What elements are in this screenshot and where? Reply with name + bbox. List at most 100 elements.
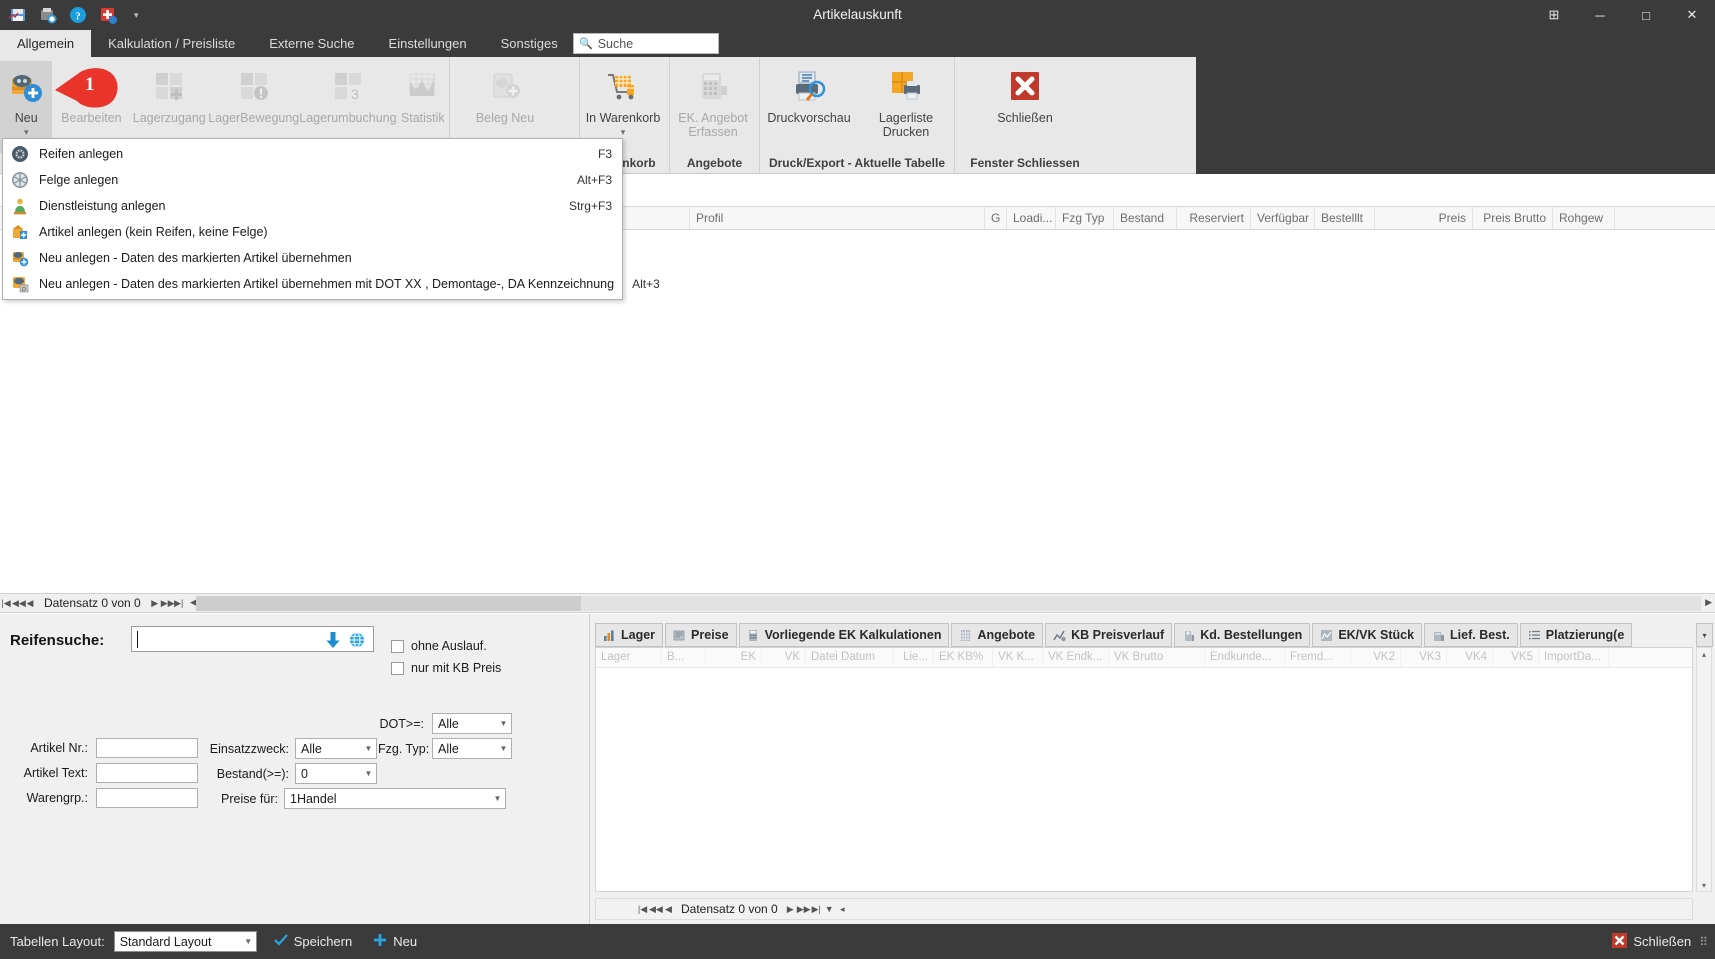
globe-icon[interactable] [349,632,365,651]
save-icon[interactable] [8,5,28,25]
detail-tab-vorliegende-ek-kalkulationen[interactable]: Vorliegende EK Kalkulationen [738,623,950,647]
detail-nav-next-button[interactable]: ▶ [784,904,797,915]
artikel-nr-input[interactable] [96,738,198,758]
grid-column-header[interactable]: Preis [1375,207,1473,229]
nav-prev-button[interactable]: ◀ [24,598,36,609]
detail-column-header[interactable]: VK3 [1401,648,1447,667]
detail-tab-lager[interactable]: Lager [595,623,664,647]
detail-column-header[interactable]: EK [706,648,762,667]
scrollbar-thumb[interactable] [196,596,581,611]
save-layout-button[interactable]: Speichern [273,933,352,950]
detail-tab-angebote[interactable]: Angebote [951,623,1044,647]
detail-column-header[interactable]: VK5 [1493,648,1539,667]
nav-prev-page-button[interactable]: ◀◀ [12,598,26,609]
detail-tab-ek-vk-stück[interactable]: EK/VK Stück [1312,623,1423,647]
print-preview-icon[interactable] [38,5,58,25]
ribbon-tab-einstellungen[interactable]: Einstellungen [372,30,484,57]
detail-nav-next-page-button[interactable]: ▶▶ [797,904,811,915]
grid-column-header[interactable]: Rohgew [1553,207,1615,229]
grid-column-header[interactable]: Profil [690,207,985,229]
hscroll-right-button[interactable]: ▶ [1705,597,1712,608]
ribbon-tab-kalkulation-preisliste[interactable]: Kalkulation / Preisliste [91,30,252,57]
detail-column-header[interactable]: Endkunde... [1205,648,1285,667]
ribbon-button-lagerliste-drucken[interactable]: Lagerliste Drucken [858,61,954,153]
detail-column-header[interactable]: VK Endk... [1043,648,1109,667]
detail-tab-kd-bestellungen[interactable]: Kd. Bestellungen [1174,623,1311,647]
restore-layout-button[interactable]: ⊞ [1531,0,1577,30]
menu-item-0[interactable]: Reifen anlegen F3 [3,141,622,167]
checkbox-box[interactable] [391,661,404,675]
chevron-down-icon[interactable]: ▼ [361,744,376,753]
ribbon-tab-externe-suche[interactable]: Externe Suche [252,30,371,57]
minimize-button[interactable]: ─ [1577,0,1623,30]
maximize-button[interactable]: □ [1623,0,1669,30]
detail-column-header[interactable]: Datei Datum [806,648,894,667]
resize-grip-icon[interactable]: ⠿ [1699,935,1709,949]
ribbon-tab-allgemein[interactable]: Allgemein [0,30,92,57]
detail-tab-lief-best[interactable]: Lief. Best. [1424,623,1518,647]
detail-column-header[interactable]: VK K... [993,648,1043,667]
new-layout-button[interactable]: Neu [373,933,417,950]
grid-column-header[interactable]: Verfügbar [1251,207,1315,229]
checkbox-nur-mit-kb-preis[interactable]: nur mit KB Preis [391,661,501,675]
detail-nav-extra-button[interactable]: ◂ [836,904,849,915]
scroll-up-button[interactable]: ▴ [1697,648,1711,660]
menu-item-5[interactable]: D Neu anlegen - Daten des markierten Arti… [3,271,660,297]
detail-nav-last-button[interactable]: ▶| [810,904,823,915]
ribbon-tab-sonstiges[interactable]: Sonstiges [484,30,575,57]
filter-icon[interactable]: ▼ [823,904,836,914]
fzg-typ-select[interactable]: Alle ▼ [432,738,512,759]
tab-overflow-button[interactable]: ▾ [1696,623,1713,647]
chevron-down-icon[interactable]: ▼ [496,719,511,728]
grid-column-header[interactable]: G [985,207,1007,229]
nav-next-button[interactable]: ▶ [149,598,161,609]
help-icon[interactable]: ? [68,5,88,25]
menu-item-3[interactable]: Artikel anlegen (kein Reifen, keine Felg… [3,219,622,245]
table-layout-select[interactable]: Standard Layout ▼ [113,931,257,952]
detail-nav-first-button[interactable]: |◀ [636,904,649,915]
status-close-button[interactable]: Schließen [1612,932,1691,951]
detail-nav-prev-button[interactable]: ◀ [662,904,675,915]
grid-column-header[interactable]: Bestand [1114,207,1177,229]
ribbon-search-input[interactable]: Suche [598,37,633,51]
ribbon-button-druckvorschau[interactable]: Druckvorschau [760,61,858,153]
chevron-down-icon[interactable]: ▾ [24,127,29,138]
detail-column-header[interactable]: VK4 [1447,648,1493,667]
checkbox-box[interactable] [391,639,404,653]
detail-vertical-scrollbar[interactable]: ▴ ▾ [1696,647,1712,892]
chevron-down-icon[interactable]: ▼ [496,744,511,753]
bestand-select[interactable]: 0 ▼ [295,763,377,784]
nav-last-button[interactable]: ▶| [173,598,185,609]
artikel-text-input[interactable] [96,763,198,783]
detail-tab-preise[interactable]: Preise [665,623,737,647]
detail-column-header[interactable]: Fremd... [1285,648,1351,667]
nav-next-page-button[interactable]: ▶▶ [161,598,175,609]
ribbon-button-schließen[interactable]: Schließen [955,61,1095,153]
quick-access-caret-icon[interactable]: ▾ [134,10,139,21]
grid-column-header[interactable]: Preis Brutto [1473,207,1553,229]
download-arrow-icon[interactable] [325,631,341,652]
detail-column-header[interactable]: VK Brutto [1109,648,1205,667]
ribbon-search-box[interactable]: 🔍 Suche [573,33,719,54]
detail-column-header[interactable]: Lager [596,648,662,667]
tire-search-input[interactable] [131,626,374,652]
menu-item-4[interactable]: Neu anlegen - Daten des markierten Artik… [3,245,622,271]
checkbox-ohne-auslauf[interactable]: ohne Auslauf. [391,639,487,653]
detail-column-header[interactable]: Lie... [894,648,934,667]
menu-item-1[interactable]: Felge anlegen Alt+F3 [3,167,622,193]
menu-item-2[interactable]: Dienstleistung anlegen Strg+F3 [3,193,622,219]
new-dropdown-menu[interactable]: Reifen anlegen F3 Felge anlegen Alt+F3 Diens… [2,138,660,300]
grid-column-header[interactable]: Fzg Typ [1056,207,1114,229]
grid-column-header[interactable]: Reserviert [1177,207,1251,229]
detail-column-header[interactable]: EK KB% [934,648,993,667]
detail-column-header[interactable]: VK [762,648,806,667]
grid-column-header[interactable]: Loadi... [1007,207,1056,229]
detail-tab-kb-preisverlauf[interactable]: KB Preisverlauf [1045,623,1173,647]
preise-fuer-select[interactable]: 1Handel ▼ [284,788,506,809]
detail-column-header[interactable]: ImportDa... [1539,648,1609,667]
close-button[interactable]: ✕ [1669,0,1715,30]
chevron-down-icon[interactable]: ▼ [361,769,376,778]
warengrp-input[interactable] [96,788,198,808]
chevron-down-icon[interactable]: ▼ [490,794,505,803]
detail-nav-prev-page-button[interactable]: ◀◀ [649,904,663,915]
